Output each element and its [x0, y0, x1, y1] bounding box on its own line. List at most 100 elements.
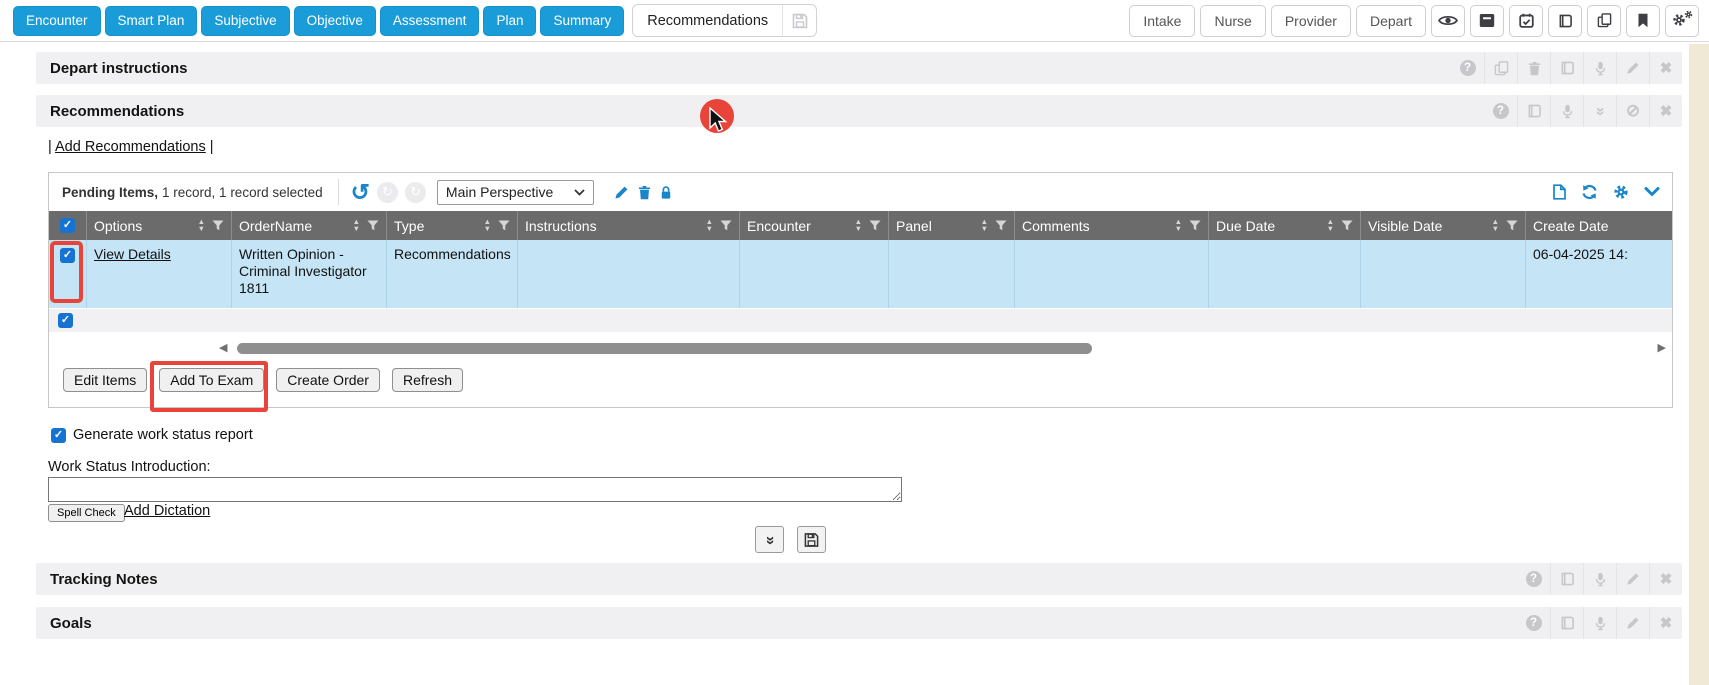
save-section-button[interactable]	[797, 526, 826, 553]
filter-icon[interactable]	[212, 220, 224, 231]
lock-icon[interactable]	[660, 185, 672, 200]
archive-icon[interactable]	[1470, 5, 1504, 37]
refresh-icon[interactable]	[1581, 184, 1598, 200]
forward-icon[interactable]: ↻	[405, 182, 426, 203]
help-icon[interactable]: ?	[1451, 52, 1484, 84]
filter-icon[interactable]	[367, 220, 379, 231]
nav-tab-summary[interactable]: Summary	[540, 6, 624, 36]
column-header-ordername: OrderName	[239, 218, 353, 234]
edit-perspective-icon[interactable]	[614, 185, 629, 200]
back-icon[interactable]: ↻	[377, 182, 398, 203]
spell-check-button[interactable]: Spell Check	[48, 504, 125, 522]
help-icon[interactable]: ?	[1517, 607, 1550, 639]
undo-icon[interactable]: ↺	[351, 183, 370, 201]
grid-summary-info: 1 record, 1 record selected	[162, 185, 323, 200]
delete-perspective-icon[interactable]	[638, 185, 651, 200]
chevron-down-icon[interactable]	[1644, 187, 1660, 197]
intake-button[interactable]: Intake	[1129, 5, 1195, 37]
block-icon[interactable]: ⊘	[1616, 95, 1649, 127]
help-icon[interactable]: ?	[1484, 95, 1517, 127]
section-title: Recommendations	[50, 103, 184, 120]
column-header-visible-date: Visible Date	[1368, 218, 1492, 234]
microphone-icon[interactable]	[1583, 563, 1616, 595]
nav-tab-plan[interactable]: Plan	[483, 6, 536, 36]
add-dictation-link[interactable]: Add Dictation	[124, 503, 210, 519]
sort-icon[interactable]: ▲▼	[1175, 219, 1182, 232]
generate-report-checkbox[interactable]: ✓	[51, 428, 66, 443]
filter-icon[interactable]	[869, 220, 881, 231]
provider-button[interactable]: Provider	[1271, 5, 1351, 37]
footer-checkbox[interactable]: ✓	[58, 313, 73, 328]
close-icon[interactable]: ✖	[1649, 95, 1682, 127]
depart-button[interactable]: Depart	[1356, 5, 1426, 37]
trash-icon[interactable]	[1517, 52, 1550, 84]
bookmark-icon[interactable]	[1626, 5, 1660, 37]
filter-icon[interactable]	[720, 220, 732, 231]
copy-icon[interactable]	[1484, 52, 1517, 84]
microphone-icon[interactable]	[1583, 52, 1616, 84]
perspective-select[interactable]: Main Perspective	[437, 180, 594, 205]
nav-tab-recommendations-active[interactable]: Recommendations	[632, 4, 817, 37]
gears-icon[interactable]	[1665, 5, 1699, 37]
nav-tab-subjective[interactable]: Subjective	[201, 6, 289, 36]
work-status-intro-textarea[interactable]	[48, 477, 902, 502]
nav-tab-encounter[interactable]: Encounter	[13, 6, 101, 36]
create-order-button[interactable]: Create Order	[276, 368, 380, 392]
filter-icon[interactable]	[1506, 220, 1518, 231]
sort-icon[interactable]: ▲▼	[484, 219, 491, 232]
nurse-button[interactable]: Nurse	[1200, 5, 1265, 37]
filter-icon[interactable]	[498, 220, 510, 231]
sort-icon[interactable]: ▲▼	[198, 219, 205, 232]
eye-icon[interactable]	[1431, 5, 1465, 37]
edit-items-button[interactable]: Edit Items	[63, 368, 147, 392]
sort-icon[interactable]: ▲▼	[1492, 219, 1499, 232]
settings-gear-icon[interactable]	[1613, 184, 1629, 200]
nav-tab-objective[interactable]: Objective	[294, 6, 376, 36]
filter-icon[interactable]	[1341, 220, 1353, 231]
close-icon[interactable]: ✖	[1649, 52, 1682, 84]
sort-icon[interactable]: ▲▼	[981, 219, 988, 232]
scroll-left-arrow[interactable]: ◀	[219, 342, 227, 354]
footer-select-row: ✓	[49, 309, 1672, 332]
pencil-icon[interactable]	[1616, 607, 1649, 639]
pencil-icon[interactable]	[1616, 52, 1649, 84]
section-title: Depart instructions	[50, 60, 188, 77]
save-icon[interactable]	[782, 5, 816, 36]
sort-icon[interactable]: ▲▼	[353, 219, 360, 232]
horizontal-scrollbar[interactable]: ◀ ▶	[49, 342, 1672, 354]
nav-tab-assessment[interactable]: Assessment	[380, 6, 480, 36]
scroll-right-arrow[interactable]: ▶	[1658, 342, 1666, 354]
book-icon[interactable]	[1550, 607, 1583, 639]
add-recommendations-link[interactable]: Add Recommendations	[55, 139, 206, 155]
nav-tab-smart-plan[interactable]: Smart Plan	[105, 6, 198, 36]
microphone-icon[interactable]	[1583, 607, 1616, 639]
new-document-icon[interactable]	[1553, 184, 1566, 200]
collapse-icon[interactable]: »	[1583, 95, 1616, 127]
book-icon[interactable]	[1517, 95, 1550, 127]
pencil-icon[interactable]	[1616, 563, 1649, 595]
microphone-icon[interactable]	[1550, 95, 1583, 127]
scrollbar-thumb[interactable]	[237, 343, 1092, 354]
book-icon[interactable]	[1550, 52, 1583, 84]
book-icon[interactable]	[1548, 5, 1582, 37]
column-header-options: Options	[94, 218, 198, 234]
grid-action-buttons: Edit Items Add To Exam Create Order Refr…	[63, 368, 1672, 392]
collapse-section-button[interactable]: »	[755, 526, 784, 553]
view-details-link[interactable]: View Details	[94, 246, 171, 262]
filter-icon[interactable]	[995, 220, 1007, 231]
generate-report-row: ✓ Generate work status report	[51, 427, 253, 443]
refresh-button[interactable]: Refresh	[392, 368, 463, 392]
copy-icon[interactable]	[1587, 5, 1621, 37]
book-icon[interactable]	[1550, 563, 1583, 595]
select-all-checkbox[interactable]: ✓	[60, 218, 75, 233]
help-icon[interactable]: ?	[1517, 563, 1550, 595]
table-row[interactable]: ✓ View Details Written Opinion - Crimina…	[49, 240, 1672, 308]
sort-icon[interactable]: ▲▼	[706, 219, 713, 232]
sort-icon[interactable]: ▲▼	[1327, 219, 1334, 232]
top-right-controls: Intake Nurse Provider Depart	[1129, 5, 1709, 37]
sort-icon[interactable]: ▲▼	[855, 219, 862, 232]
close-icon[interactable]: ✖	[1649, 563, 1682, 595]
calendar-check-icon[interactable]	[1509, 5, 1543, 37]
filter-icon[interactable]	[1189, 220, 1201, 231]
close-icon[interactable]: ✖	[1649, 607, 1682, 639]
